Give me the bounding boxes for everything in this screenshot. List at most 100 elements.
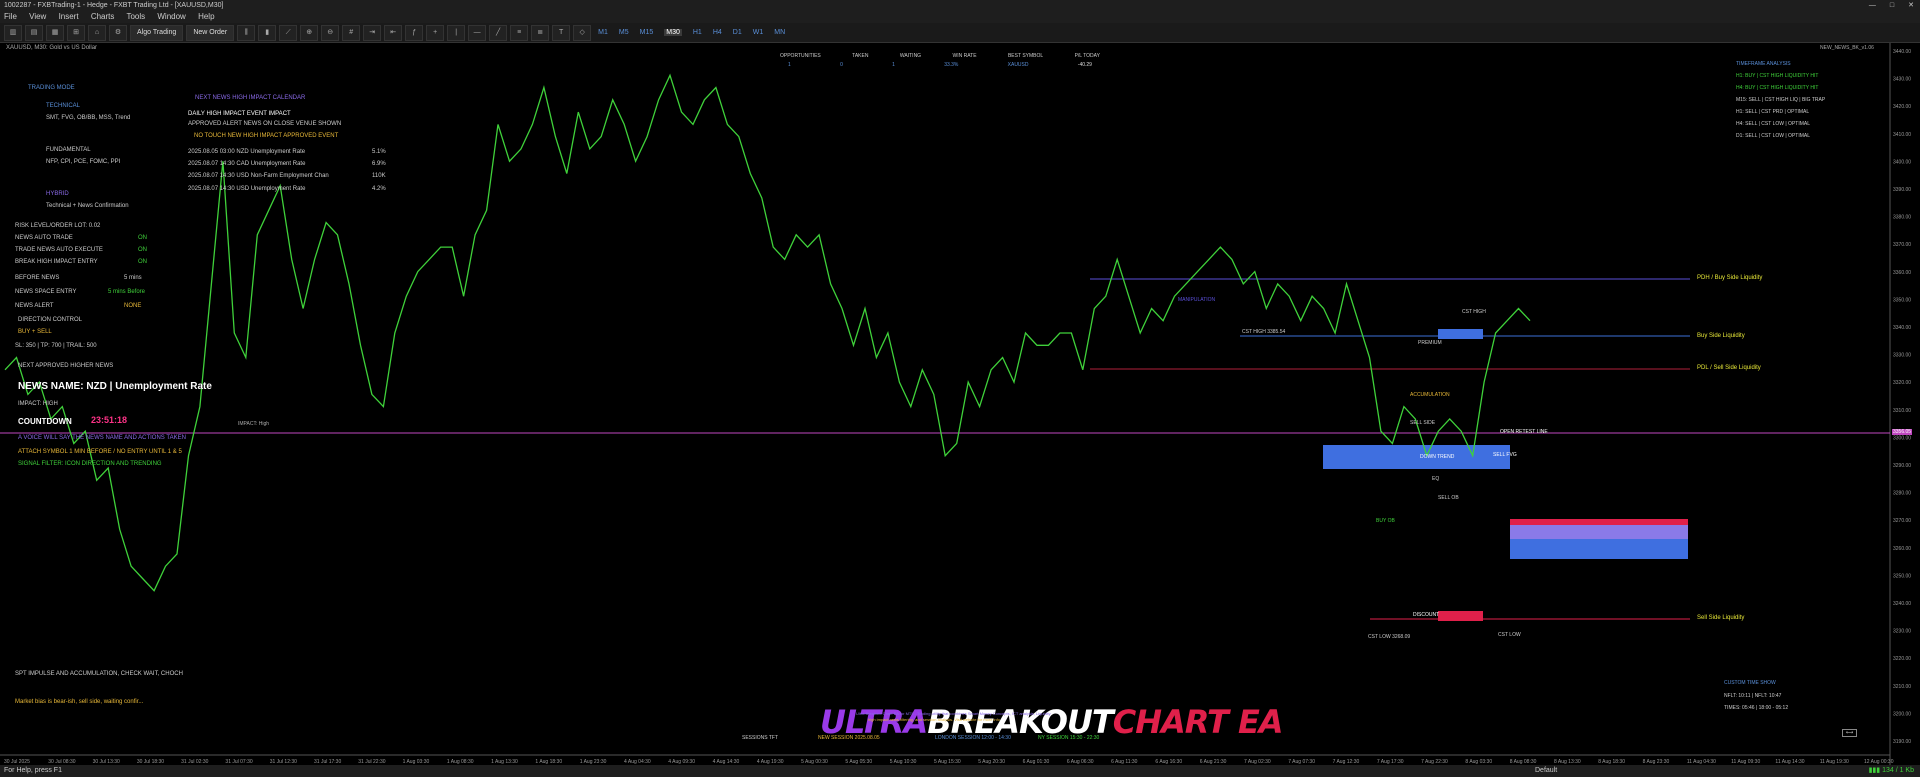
tf-h4[interactable]: H4 [713,29,722,36]
note-voice: A VOICE WILL SAY THE NEWS NAME AND ACTIO… [18,435,186,441]
stats-header: TAKEN [852,53,869,59]
chart-shift-icon[interactable]: ⇤ [384,24,403,41]
tf-m30[interactable]: M30 [664,29,682,36]
bar-chart-icon[interactable]: ⫼ [237,24,256,41]
maximize-button[interactable]: □ [1890,0,1894,11]
vertical-line-icon[interactable]: | [447,24,466,41]
logo-subtitle-2: high impact news filtering, and session … [868,717,1000,722]
custom-time-line1: NFLT: 10:11 | NFLT: 10:47 [1724,693,1782,699]
purple-ob-zone [1510,525,1688,539]
grid-icon[interactable]: # [342,24,361,41]
tf-analysis-row: M15: SELL | CST HIGH LIQ | BIG TRAP [1736,97,1826,103]
tf-m15[interactable]: M15 [640,29,654,36]
terminal-icon[interactable]: ⌂ [88,24,106,41]
premium-zone [1438,329,1483,339]
impact-label: IMPACT: HIGH [18,401,58,407]
sell-fvg-label: SELL FVG [1493,452,1517,458]
y-tick-label: 3270.00 [1893,518,1911,524]
horizontal-line-icon[interactable]: — [468,24,487,41]
setting-label: BREAK HIGH IMPACT ENTRY [15,259,98,265]
text-icon[interactable]: T [552,24,571,41]
tf-h1[interactable]: H1 [693,29,702,36]
y-tick-label: 3220.00 [1893,656,1911,662]
y-axis: 3440.00 3430.00 3420.00 3410.00 3400.00 3390.… [1893,49,1911,745]
y-tick-label: 3420.00 [1893,104,1911,110]
tf-w1[interactable]: W1 [753,29,764,36]
stats-header: P/L TODAY [1074,53,1100,59]
window-title: 1002287 - FXBTrading-1 - Hedge - FXBT Tr… [4,2,224,9]
market-bias: Market bias is bear-ish, sell side, wait… [15,699,144,705]
market-watch-icon[interactable]: ▦ [46,24,64,41]
autoscroll-icon[interactable]: ⇥ [363,24,382,41]
fundamental-list: NFP, CPI, PCE, FOMC, PPI [46,159,121,165]
discount-label: DISCOUNT [1413,612,1440,618]
tf-d1[interactable]: D1 [733,29,742,36]
y-tick-label: 3380.00 [1893,215,1911,221]
technical-label: TECHNICAL [46,103,81,109]
cst-low-price-label: CST LOW 3268.09 [1368,634,1411,640]
navigator-icon[interactable]: ⊞ [67,24,85,41]
algo-trading-button[interactable]: Algo Trading [130,24,184,41]
setting-value: ON [138,259,147,265]
chart-area[interactable]: 3440.00 3430.00 3420.00 3410.00 3400.00 3390.… [0,43,1920,765]
line-chart-icon[interactable]: ⟋ [279,24,298,41]
impact-high-label: IMPACT: High [238,421,270,427]
strategy-tester-icon[interactable]: ⚙ [109,24,127,41]
candle-chart-icon[interactable]: ▮ [258,24,277,41]
y-tick-label: 3320.00 [1893,380,1911,386]
cst-high-label: CST HIGH [1462,309,1486,315]
tf-m1[interactable]: M1 [598,29,608,36]
y-tick-label: 3390.00 [1893,187,1911,193]
stats-panel: OPPORTUNITIES TAKEN WAITING WIN RATE BES… [780,53,1100,68]
menu-insert[interactable]: Insert [59,12,79,21]
channel-icon[interactable]: ≡ [510,24,529,41]
discount-zone [1438,611,1483,621]
logo-part2: BREAKOUT [927,703,1113,741]
trendline-icon[interactable]: ╱ [489,24,508,41]
menu-help[interactable]: Help [198,12,214,21]
calendar-row: 2025.08.07 14:30 USD Non-Farm Employment… [188,173,329,179]
chart-right-label: NEW_NEWS_BK_v1.06 [1820,45,1874,51]
logo-part3: CHART EA [1112,703,1284,741]
y-tick-label: 3370.00 [1893,242,1911,248]
status-help: For Help, press F1 [4,767,62,774]
status-profile: Default [1535,767,1558,774]
menu-file[interactable]: File [4,12,17,21]
tf-m5[interactable]: M5 [619,29,629,36]
toolbar: ▥ ▤ ▦ ⊞ ⌂ ⚙ Algo Trading New Order ⫼ ▮ ⟋… [0,23,1920,43]
hybrid-desc: Technical + News Confirmation [46,203,129,209]
window-controls: — □ ✕ [1869,0,1914,11]
expand-button[interactable]: ⟷ [1842,729,1858,737]
y-tick-label: 3350.00 [1893,297,1911,303]
sl-tp-label: SL: 350 | TP: 700 | TRAIL: 500 [15,343,97,349]
sell-ob-label: SELL OB [1438,495,1459,501]
setting-value: ON [138,235,147,241]
fibonacci-icon[interactable]: ≣ [531,24,550,41]
setting-value: NONE [124,303,142,309]
profiles-icon[interactable]: ▤ [25,24,43,41]
close-button[interactable]: ✕ [1908,0,1914,11]
sell-side-label: SELL SIDE [1410,420,1436,426]
new-order-button[interactable]: New Order [186,24,235,41]
setting-label: TRADE NEWS AUTO EXECUTE [15,247,103,253]
new-chart-icon[interactable]: ▥ [4,24,22,41]
bottom-note: SPT IMPULSE AND ACCUMULATION, CHECK WAIT… [15,671,183,677]
tf-mn[interactable]: MN [774,29,785,36]
menu-window[interactable]: Window [157,12,185,21]
zoom-in-icon[interactable]: ⊕ [300,24,319,41]
indicators-icon[interactable]: ƒ [405,24,424,41]
connection-status: ▮▮▮ 134 / 1 Kb [1868,767,1914,774]
crosshair-icon[interactable]: + [426,24,445,41]
buy-liquidity-label: Buy Side Liquidity [1697,333,1745,339]
calendar-row: 2025.08.07 14:30 CAD Unemployment Rate [188,161,306,167]
zoom-out-icon[interactable]: ⊖ [321,24,340,41]
y-tick-label: 3290.00 [1893,463,1911,469]
minimize-button[interactable]: — [1869,0,1876,11]
shapes-icon[interactable]: ◇ [573,24,592,41]
note-filter: SIGNAL FILTER: ICON DIRECTION AND TRENDI… [18,461,162,467]
menu-view[interactable]: View [29,12,46,21]
stats-value: 33.3% [944,62,959,68]
setting-label: RISK LEVEL/ORDER LOT: 0.02 [15,223,101,229]
menu-tools[interactable]: Tools [126,12,145,21]
menu-charts[interactable]: Charts [91,12,115,21]
